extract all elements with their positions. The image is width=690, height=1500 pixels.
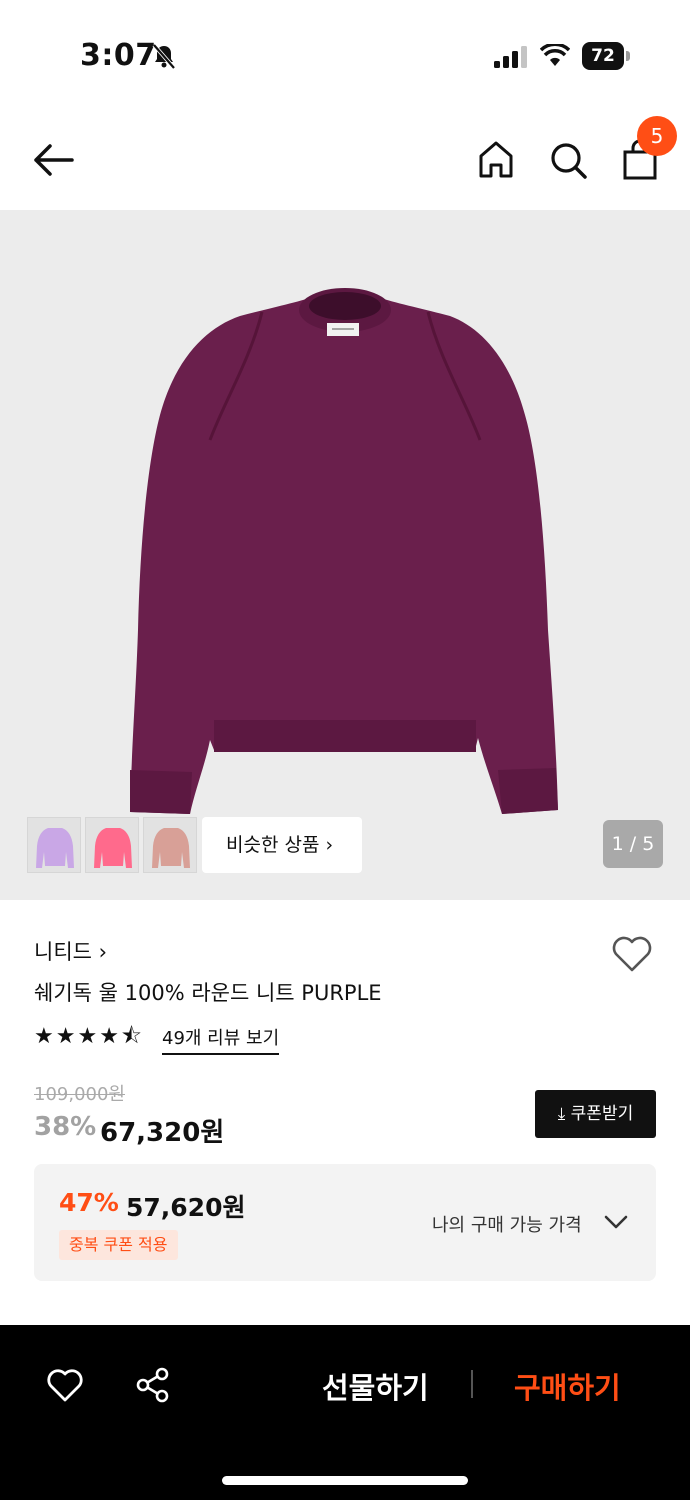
sale-price: 67,320원: [100, 1118, 225, 1148]
my-price: 57,620원: [126, 1193, 246, 1222]
battery-level: 72: [582, 42, 624, 70]
signal-icon: [494, 46, 527, 68]
divider: [471, 1370, 473, 1398]
wifi-icon: [540, 44, 570, 66]
image-counter: 1 / 5: [603, 820, 663, 868]
bottom-action-bar: 선물하기 구매하기: [0, 1325, 690, 1500]
share-icon[interactable]: [136, 1367, 170, 1403]
brand-link[interactable]: 니티드 ›: [34, 936, 107, 966]
thumbnail-lavender[interactable]: [27, 817, 81, 873]
my-price-label: 나의 구매 가능 가격: [432, 1215, 582, 1236]
half-star-icon: ⯪: [120, 1024, 142, 1049]
thumbnail-strip: [27, 817, 197, 873]
wishlist-heart-icon[interactable]: [46, 1367, 84, 1403]
battery-icon: 72: [582, 42, 630, 70]
chevron-down-icon: [604, 1215, 628, 1229]
discount-rate: 38%: [34, 1112, 97, 1142]
star-rating: ★ ★ ★ ★ ⯪: [34, 1024, 142, 1050]
back-arrow-icon[interactable]: [32, 138, 76, 182]
download-coupon-button[interactable]: ⤓ 쿠폰받기: [535, 1090, 656, 1138]
star-icon: ★: [77, 1024, 98, 1049]
reviews-link[interactable]: 49개 리뷰 보기: [162, 1024, 280, 1055]
star-icon: ★: [55, 1024, 76, 1049]
coupon-stack-tag: 중복 쿠폰 적용: [59, 1230, 178, 1260]
similar-products-button[interactable]: 비슷한 상품 ›: [202, 817, 362, 873]
cart-count-badge: 5: [637, 116, 677, 156]
original-price: 109,000원: [34, 1084, 125, 1105]
thumbnail-rose[interactable]: [143, 817, 197, 873]
status-bar: 3:07 72: [0, 0, 690, 110]
home-indicator: [222, 1476, 468, 1485]
product-image: [130, 288, 558, 814]
search-icon[interactable]: [548, 138, 588, 182]
bell-slash-icon: [152, 43, 176, 70]
star-icon: ★: [34, 1024, 54, 1049]
product-title: 쉐기독 울 100% 라운드 니트 PURPLE: [34, 981, 382, 1005]
gift-button[interactable]: 선물하기: [322, 1365, 429, 1407]
my-price-panel[interactable]: 47% 57,620원 중복 쿠폰 적용 나의 구매 가능 가격: [34, 1164, 656, 1281]
home-icon[interactable]: [476, 138, 516, 182]
product-image-gallery[interactable]: 비슷한 상품 › 1 / 5: [0, 210, 690, 900]
my-discount-rate: 47%: [59, 1188, 119, 1217]
star-icon: ★: [99, 1024, 119, 1049]
buy-button[interactable]: 구매하기: [514, 1365, 621, 1407]
thumbnail-pink[interactable]: [85, 817, 139, 873]
heart-icon[interactable]: [610, 934, 654, 974]
status-time: 3:07: [80, 38, 157, 73]
top-navigation: 5: [0, 110, 690, 210]
